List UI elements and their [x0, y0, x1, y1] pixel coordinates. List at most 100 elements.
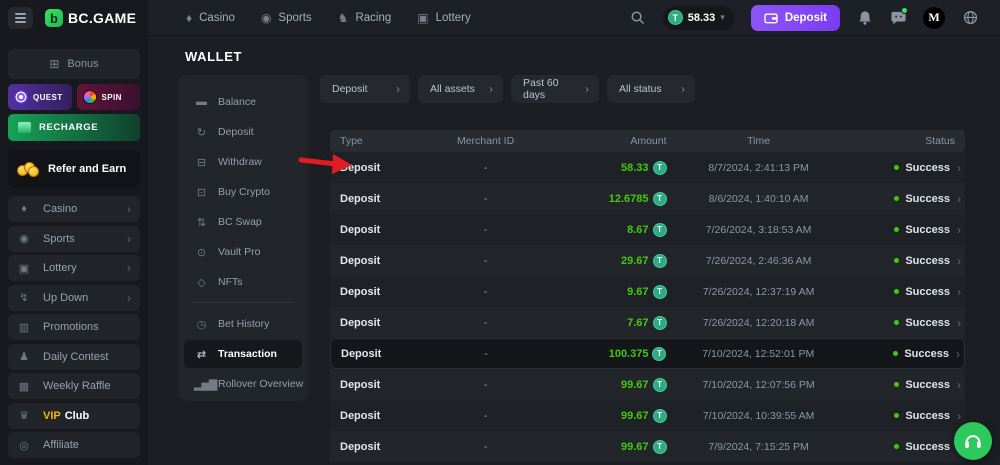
vault-icon: ⊙: [194, 246, 209, 259]
tether-coin-icon: T: [653, 161, 667, 175]
chevron-right-icon: ›: [957, 378, 961, 392]
annotation-arrow: [298, 147, 356, 181]
wallet-nav-transaction[interactable]: ⇄Transaction: [184, 340, 302, 368]
sidebar-item-up-down[interactable]: ↯Up Down›: [8, 285, 140, 311]
avatar[interactable]: M: [923, 7, 945, 29]
wallet-nav-label: Withdraw: [218, 156, 262, 168]
cell-status: Success›: [851, 378, 965, 392]
filter-all-assets[interactable]: All assets›: [418, 75, 503, 103]
logo[interactable]: b BC.GAME: [45, 9, 136, 27]
filter-all-status[interactable]: All status›: [607, 75, 695, 103]
affiliate-icon: ◎: [17, 439, 31, 452]
table-row[interactable]: Deposit-100.375T7/10/2024, 12:52:01 PMSu…: [330, 338, 965, 369]
cell-amount: 100.375T: [534, 347, 667, 361]
tether-coin-icon: T: [653, 223, 667, 237]
table-row[interactable]: Deposit-29.67T7/26/2024, 2:46:36 AMSucce…: [330, 245, 965, 276]
tether-coin-icon: T: [653, 192, 667, 206]
cell-status: Success›: [851, 440, 965, 454]
lottery-icon: ▣: [417, 11, 428, 25]
cell-amount: 9.67T: [533, 285, 666, 299]
refer-and-earn-button[interactable]: Refer and Earn: [8, 150, 140, 188]
status-dot: [894, 413, 899, 418]
chat-icon[interactable]: [890, 10, 906, 26]
sidebar-item-affiliate[interactable]: ◎Affiliate: [8, 432, 140, 458]
amount-value: 99.67: [621, 410, 649, 422]
table-row[interactable]: Deposit-99.67T7/10/2024, 10:39:55 AMSucc…: [330, 400, 965, 431]
sidebar-item-weekly-raffle[interactable]: ▦Weekly Raffle: [8, 373, 140, 399]
table-row[interactable]: Deposit-99.67T7/10/2024, 12:07:56 PMSucc…: [330, 369, 965, 400]
cell-type: Deposit: [330, 379, 438, 391]
balance-selector[interactable]: T 58.33 ▾: [663, 6, 734, 30]
cell-time: 8/7/2024, 2:41:13 PM: [667, 162, 851, 174]
filter-past-60-days[interactable]: Past 60 days›: [511, 75, 599, 103]
wallet-nav-buy-crypto[interactable]: ⊡Buy Crypto: [184, 178, 302, 206]
wallet-nav-rollover-overview[interactable]: ▂▅▇Rollover Overview: [184, 370, 302, 398]
menu-toggle-button[interactable]: [8, 7, 33, 29]
podium-icon: ♟: [17, 350, 31, 363]
spin-button[interactable]: SPIN: [77, 84, 141, 110]
search-icon[interactable]: [630, 10, 646, 26]
filter-deposit[interactable]: Deposit›: [320, 75, 410, 103]
nav-item-sports[interactable]: ◉Sports: [261, 11, 312, 25]
wallet-nav-vault-pro[interactable]: ⊙Vault Pro: [184, 238, 302, 266]
promo-icon: ▥: [17, 321, 31, 334]
recharge-icon: [18, 122, 31, 133]
table-row[interactable]: Deposit-99.67T7/9/2024, 7:15:25 PMSucces…: [330, 431, 965, 462]
tether-coin-icon: T: [652, 347, 666, 361]
sidebar-item-promotions[interactable]: ▥Promotions: [8, 314, 140, 340]
status-label: Success: [905, 317, 950, 329]
nft-icon: ◇: [194, 276, 209, 289]
wallet-nav-withdraw[interactable]: ⊟Withdraw: [184, 148, 302, 176]
wallet-nav-divider: [192, 302, 294, 303]
nav-item-label: Sports: [278, 12, 311, 24]
chevron-right-icon: ›: [127, 261, 131, 275]
status-dot: [894, 258, 899, 263]
support-button[interactable]: [954, 422, 992, 460]
status-label: Success: [905, 162, 950, 174]
wallet-nav-bet-history[interactable]: ◷Bet History: [184, 310, 302, 338]
transaction-icon: ⇄: [194, 348, 209, 361]
sidebar-item-lottery[interactable]: ▣Lottery›: [8, 255, 140, 281]
sidebar-item-casino[interactable]: ♦Casino›: [8, 196, 140, 222]
table-row[interactable]: Deposit-7.67T7/26/2024, 12:20:18 AMSucce…: [330, 307, 965, 338]
wallet-nav-balance[interactable]: ▬Balance: [184, 88, 302, 116]
wallet-nav-bc-swap[interactable]: ⇅BC Swap: [184, 208, 302, 236]
vip-gold-text: VIP: [43, 410, 61, 422]
sidebar-item-sports[interactable]: ◉Sports›: [8, 226, 140, 252]
bonus-button[interactable]: ⊞ Bonus: [8, 49, 140, 79]
column-header: Merchant ID: [438, 135, 533, 147]
table-row[interactable]: Deposit-58.33T8/7/2024, 2:41:13 PMSucces…: [330, 152, 965, 183]
chevron-right-icon: ›: [127, 291, 131, 305]
cell-merchant-id: -: [438, 410, 533, 422]
table-row[interactable]: Deposit-8.67T7/26/2024, 3:18:53 AMSucces…: [330, 214, 965, 245]
deposit-button[interactable]: Deposit: [751, 5, 840, 31]
nav-item-lottery[interactable]: ▣Lottery: [417, 11, 471, 25]
cell-type: Deposit: [330, 224, 438, 236]
wallet-nav-label: NFTs: [218, 276, 243, 288]
globe-icon[interactable]: [962, 10, 978, 26]
wallet-nav-nfts[interactable]: ◇ NFTs: [184, 268, 302, 296]
sidebar-item-vip-club[interactable]: ♛VIPClub: [8, 403, 140, 429]
nav-item-racing[interactable]: ♞Racing: [338, 11, 392, 25]
cell-merchant-id: -: [438, 441, 533, 453]
column-header: Type: [330, 135, 438, 147]
chevron-down-icon: ▾: [720, 12, 725, 23]
ticket-icon: ▣: [17, 262, 31, 275]
recharge-button[interactable]: RECHARGE: [8, 114, 140, 141]
table-row[interactable]: Deposit-12.6785T8/6/2024, 1:40:10 AMSucc…: [330, 183, 965, 214]
quest-button[interactable]: QUEST: [8, 84, 72, 110]
cell-status: Success›: [850, 347, 964, 361]
cell-status: Success›: [851, 254, 965, 268]
wallet-nav-deposit[interactable]: ↻Deposit: [184, 118, 302, 146]
amount-value: 7.67: [627, 317, 648, 329]
table-row[interactable]: Deposit-9.67T7/26/2024, 12:37:19 AMSucce…: [330, 276, 965, 307]
cell-time: 7/10/2024, 12:07:56 PM: [667, 379, 851, 391]
bell-icon[interactable]: [857, 10, 873, 26]
cell-merchant-id: -: [438, 162, 533, 174]
tether-coin-icon: T: [668, 10, 683, 25]
chevron-right-icon: ›: [681, 82, 685, 96]
nav-item-casino[interactable]: ♦Casino: [186, 11, 235, 25]
clock-icon: ◷: [194, 318, 209, 331]
sidebar-item-daily-contest[interactable]: ♟Daily Contest: [8, 344, 140, 370]
status-label: Success: [905, 286, 950, 298]
